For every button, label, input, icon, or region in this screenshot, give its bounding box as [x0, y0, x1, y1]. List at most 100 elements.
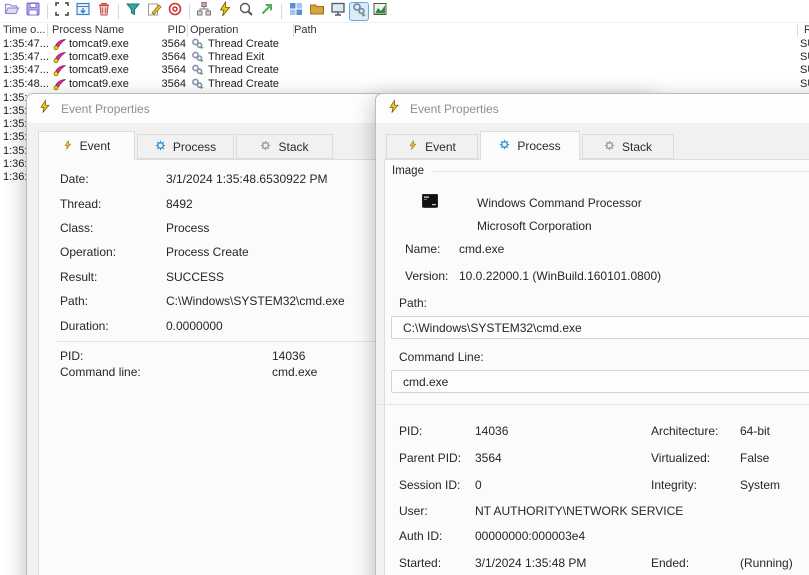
- event-properties-button[interactable]: [215, 0, 235, 22]
- field-label: Path:: [399, 296, 428, 310]
- toolbar: [0, 0, 809, 23]
- table-row[interactable]: 1:35:48... tomcat9.exe 3564 Thread Creat…: [0, 78, 809, 91]
- highlight-button[interactable]: [144, 2, 164, 21]
- field-label: Command Line:: [399, 350, 484, 364]
- column-header-time[interactable]: Time o...: [3, 24, 45, 36]
- save-button[interactable]: [23, 2, 43, 21]
- show-registry-button[interactable]: [286, 2, 306, 21]
- field-value: System: [740, 478, 781, 492]
- column-header-process[interactable]: Process Name: [52, 24, 124, 36]
- search-icon: [238, 1, 254, 22]
- show-profiling-button[interactable]: [370, 2, 390, 21]
- field-value: 14036: [475, 424, 509, 438]
- save-icon: [25, 1, 41, 22]
- open-file-button[interactable]: [2, 2, 22, 21]
- gears-icon: [351, 1, 367, 22]
- field-value: SUCCESS: [166, 269, 225, 284]
- cell-operation: Thread Create: [208, 78, 279, 90]
- jump-arrow-icon: [259, 1, 275, 22]
- field-label: Ended:: [651, 556, 690, 570]
- path-input-value: C:\Windows\SYSTEM32\cmd.exe: [403, 320, 582, 335]
- tab-stack[interactable]: Stack: [236, 134, 333, 159]
- field-value: Process: [166, 220, 210, 235]
- operation-gears-icon: [191, 64, 204, 79]
- cell-time: 1:35:: [3, 92, 28, 104]
- field-label: Started:: [399, 556, 442, 570]
- tab-event[interactable]: Event: [386, 134, 478, 159]
- field-value: Process Create: [166, 245, 249, 260]
- column-header-path[interactable]: Path: [294, 24, 317, 36]
- path-input[interactable]: C:\Windows\SYSTEM32\cmd.exe: [391, 316, 809, 339]
- column-header-result[interactable]: R: [804, 24, 809, 36]
- show-filesystem-button[interactable]: [307, 2, 327, 21]
- column-divider[interactable]: [797, 24, 798, 37]
- cell-result: SU: [800, 38, 809, 50]
- filter-icon: [125, 1, 141, 22]
- chart-icon: [372, 1, 388, 22]
- tab-event[interactable]: Event: [38, 131, 135, 160]
- show-process-thread-button[interactable]: [349, 1, 369, 22]
- cell-time: 1:35:: [3, 131, 28, 143]
- tab-label: Stack: [278, 139, 309, 154]
- field-value: NT AUTHORITY\NETWORK SERVICE: [475, 504, 684, 518]
- field-label: Architecture:: [651, 424, 719, 438]
- cell-result: SU: [800, 51, 809, 63]
- clear-button[interactable]: [94, 2, 114, 21]
- cell-pid: 3564: [161, 38, 186, 50]
- dialog-titlebar[interactable]: Event Properties: [376, 94, 809, 123]
- tab-strip: Event Process Stack: [386, 131, 674, 160]
- tab-stack[interactable]: Stack: [582, 134, 674, 159]
- registry-icon: [288, 1, 304, 22]
- field-label: Parent PID:: [399, 451, 462, 465]
- field-label: Auth ID:: [399, 529, 443, 543]
- process-tree-button[interactable]: [194, 1, 214, 21]
- tab-process[interactable]: Process: [137, 134, 234, 159]
- field-label: Operation:: [60, 245, 117, 260]
- field-value: 3564: [475, 451, 502, 465]
- capture-icon: [54, 1, 70, 22]
- cell-result: SU: [800, 64, 809, 76]
- process-tab-page: Image Windows Command Processor Microsof…: [377, 159, 809, 575]
- show-network-button[interactable]: [328, 2, 348, 21]
- jump-to-button[interactable]: [257, 2, 277, 21]
- gear-icon: [155, 140, 166, 154]
- field-label: Date:: [60, 172, 89, 187]
- tab-process[interactable]: Process: [480, 131, 580, 160]
- include-process-button[interactable]: [165, 2, 185, 21]
- detail-row: User: NT AUTHORITY\NETWORK SERVICE: [399, 504, 809, 519]
- column-divider[interactable]: [187, 24, 188, 37]
- column-header-pid[interactable]: PID: [150, 24, 186, 36]
- column-divider[interactable]: [47, 24, 48, 37]
- tab-strip: Event Process Stack: [38, 131, 333, 160]
- find-button[interactable]: [236, 2, 256, 21]
- tab-label: Event: [79, 139, 111, 153]
- field-label: Version:: [405, 269, 449, 283]
- table-row[interactable]: 1:35:47... tomcat9.exe 3564 Thread Exit …: [0, 51, 809, 64]
- image-company: Microsoft Corporation: [477, 219, 592, 233]
- table-row[interactable]: 1:35:47... tomcat9.exe 3564 Thread Creat…: [0, 64, 809, 77]
- command-line-input[interactable]: cmd.exe: [391, 370, 809, 393]
- cell-pid: 3564: [161, 51, 186, 63]
- event-list-header: Time o... Process Name PID Operation Pat…: [0, 23, 809, 37]
- column-divider[interactable]: [293, 24, 294, 37]
- field-label: Duration:: [60, 318, 109, 333]
- folder-icon: [309, 1, 325, 22]
- bolt-icon: [217, 0, 233, 22]
- field-value: 0.0000000: [166, 318, 223, 333]
- field-label: Session ID:: [399, 478, 461, 492]
- field-value: 10.0.22000.1 (WinBuild.160101.0800): [459, 269, 662, 283]
- column-header-operation[interactable]: Operation: [190, 24, 238, 36]
- filter-button[interactable]: [123, 2, 143, 21]
- table-row[interactable]: 1:35:47... tomcat9.exe 3564 Thread Creat…: [0, 38, 809, 51]
- field-value: 14036: [272, 348, 306, 363]
- autoscroll-button[interactable]: [73, 2, 93, 21]
- capture-button[interactable]: [52, 1, 72, 22]
- cell-operation: Thread Create: [208, 38, 279, 50]
- target-icon: [167, 1, 183, 22]
- cell-time: 1:36:: [3, 171, 28, 183]
- field-label: Result:: [60, 269, 98, 284]
- detail-row: Parent PID: 3564 Virtualized: False: [399, 451, 809, 466]
- toolbar-separator: [118, 3, 119, 19]
- field-value: 8492: [166, 196, 193, 211]
- cell-process: tomcat9.exe: [69, 78, 129, 90]
